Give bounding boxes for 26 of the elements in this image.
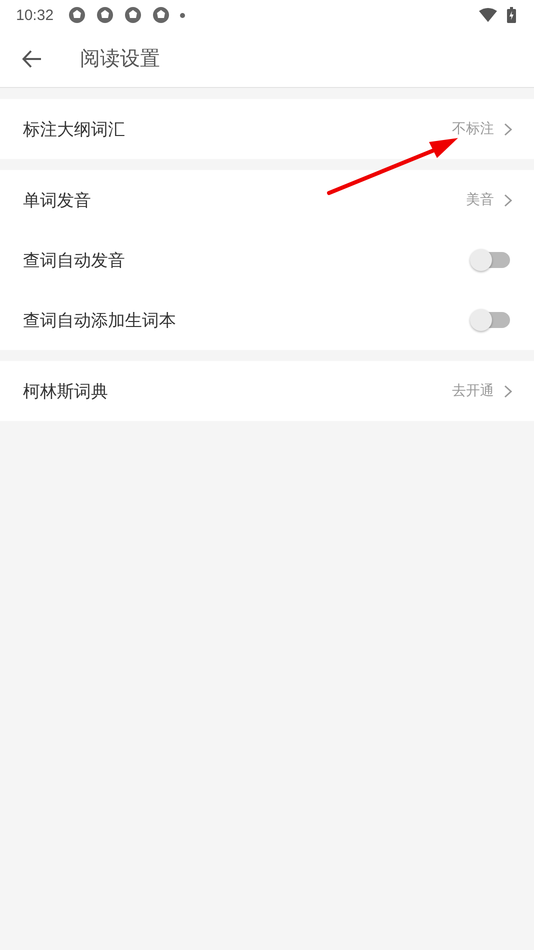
aperture-icon	[96, 6, 114, 24]
aperture-icon	[68, 6, 86, 24]
setting-label: 标注大纲词汇	[23, 118, 126, 140]
chevron-right-icon	[504, 122, 512, 136]
settings-row[interactable]: 查词自动发音	[0, 230, 534, 290]
battery-icon	[507, 7, 516, 23]
setting-value: 不标注	[452, 120, 494, 138]
aperture-icon	[152, 6, 170, 24]
settings-row[interactable]: 查词自动添加生词本	[0, 290, 534, 350]
setting-label: 查词自动添加生词本	[23, 310, 177, 332]
aperture-icon	[124, 6, 142, 24]
setting-label: 柯林斯词典	[23, 380, 109, 402]
setting-value: 美音	[466, 191, 494, 209]
settings-row[interactable]: 标注大纲词汇 不标注	[0, 99, 534, 159]
setting-value: 去开通	[452, 382, 494, 400]
wifi-icon	[479, 8, 497, 22]
dot-icon	[180, 12, 185, 18]
status-time: 10:32	[16, 6, 54, 24]
chevron-right-icon	[504, 384, 512, 398]
settings-row[interactable]: 单词发音 美音	[0, 170, 534, 230]
page-title: 阅读设置	[80, 45, 160, 72]
chevron-right-icon	[504, 194, 512, 206]
setting-label: 单词发音	[23, 190, 92, 212]
settings-row[interactable]: 柯林斯词典 去开通	[0, 361, 534, 421]
back-arrow-icon	[22, 50, 42, 68]
setting-label: 查词自动发音	[23, 250, 126, 272]
